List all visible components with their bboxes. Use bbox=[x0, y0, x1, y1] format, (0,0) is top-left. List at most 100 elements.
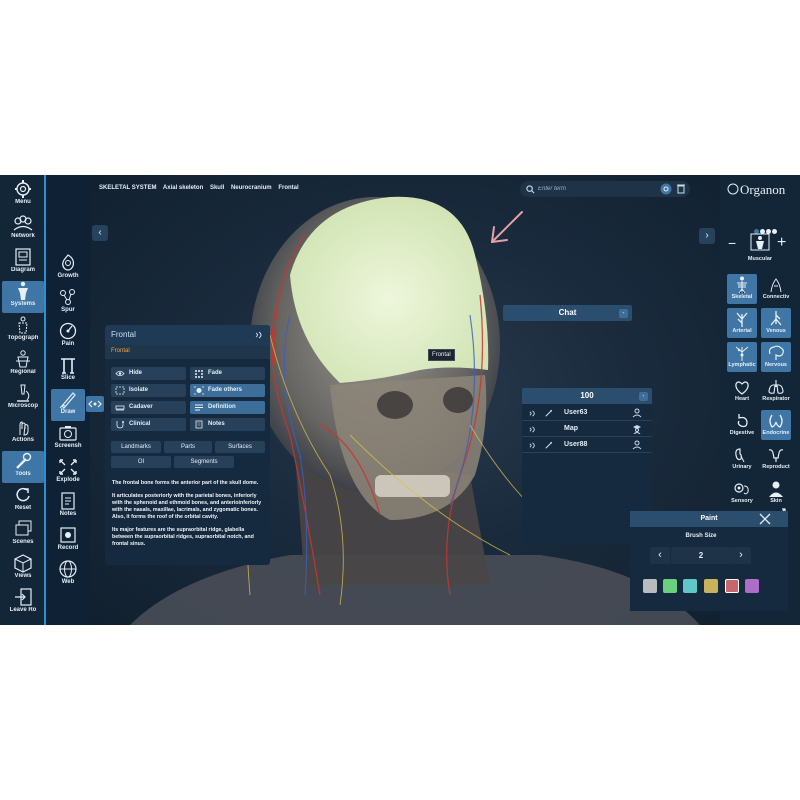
brain-icon bbox=[768, 345, 784, 360]
orbit-right bbox=[443, 387, 473, 413]
system-label: Arterial bbox=[732, 328, 752, 334]
hide-button[interactable]: Hide bbox=[111, 367, 186, 380]
system-tile-connective[interactable]: Connectiv bbox=[761, 274, 791, 304]
system-tile-lymphatic[interactable]: Lymphatic bbox=[727, 342, 757, 372]
draw-options-toggle[interactable] bbox=[86, 396, 104, 412]
tool-label: Screensh bbox=[54, 443, 82, 449]
system-label: Connectiv bbox=[762, 294, 790, 300]
definition-label: Definition bbox=[208, 404, 236, 410]
color-swatch[interactable] bbox=[683, 579, 697, 593]
participant-row[interactable]: Map bbox=[522, 422, 652, 437]
sidebar-item-leave-room[interactable]: Leave Ro bbox=[2, 587, 44, 619]
spin-icon[interactable] bbox=[660, 183, 672, 195]
muscular-system-button[interactable]: Muscular bbox=[746, 233, 774, 263]
participant-row[interactable]: User63 bbox=[522, 406, 652, 421]
system-tile-reproductive[interactable]: Reproduct bbox=[761, 444, 791, 474]
audio-icon[interactable] bbox=[254, 330, 264, 340]
tool-screenshot[interactable]: Screensh bbox=[51, 423, 85, 455]
sidebar-item-tools[interactable]: Tools bbox=[2, 451, 44, 483]
brush-size-decrease-button[interactable]: ‹ bbox=[650, 547, 670, 564]
camera-icon bbox=[59, 426, 77, 441]
search-input[interactable] bbox=[538, 183, 648, 195]
breadcrumb-item[interactable]: Axial skeleton bbox=[163, 185, 203, 191]
system-tile-digestive[interactable]: Digestive bbox=[727, 410, 757, 440]
clinical-button[interactable]: Clinical bbox=[111, 418, 186, 431]
pain-icon bbox=[59, 322, 77, 340]
system-tile-nervous[interactable]: Nervous bbox=[761, 342, 791, 372]
tool-web[interactable]: Web bbox=[51, 559, 85, 591]
system-tile-venous[interactable]: Venous bbox=[761, 308, 791, 338]
tool-explode[interactable]: Explode bbox=[51, 457, 85, 489]
sidebar-item-reset[interactable]: Reset bbox=[2, 485, 44, 517]
system-tile-respiratory[interactable]: Respirator bbox=[761, 376, 791, 406]
gear-icon bbox=[15, 180, 31, 198]
tool-growth[interactable]: Growth bbox=[51, 253, 85, 285]
color-swatch[interactable] bbox=[643, 579, 657, 593]
tool-pain[interactable]: Pain bbox=[51, 321, 85, 353]
tool-draw[interactable]: Draw bbox=[51, 389, 85, 421]
breadcrumb-item[interactable]: Neurocranium bbox=[231, 185, 272, 191]
sidebar-item-scenes[interactable]: Scenes bbox=[2, 519, 44, 551]
fade-button[interactable]: Fade bbox=[190, 367, 265, 380]
prev-arrow-button[interactable]: ‹ bbox=[92, 225, 108, 241]
eye-sense-icon bbox=[734, 483, 749, 495]
system-tile-skin[interactable]: Skin bbox=[761, 478, 791, 508]
breadcrumb-item[interactable]: SKELETAL SYSTEM bbox=[99, 185, 156, 191]
sidebar-item-diagram[interactable]: Diagram bbox=[2, 247, 44, 279]
sidebar-item-systems[interactable]: Systems bbox=[2, 281, 44, 313]
breadcrumb-item[interactable]: Skull bbox=[210, 185, 224, 191]
brush-size-label: Brush Size bbox=[685, 533, 717, 539]
wand-icon[interactable] bbox=[544, 441, 553, 450]
brush-size-value[interactable]: 2 bbox=[671, 547, 731, 564]
segment-parts[interactable]: Parts bbox=[164, 441, 212, 453]
segment-surfaces[interactable]: Surfaces bbox=[215, 441, 265, 453]
sidebar-item-views[interactable]: Views bbox=[2, 553, 44, 585]
sidebar-item-menu[interactable]: Menu bbox=[2, 179, 44, 211]
zoom-out-button[interactable]: − bbox=[728, 235, 736, 251]
sidebar-item-actions[interactable]: Actions bbox=[2, 417, 44, 449]
tool-notes[interactable]: Notes bbox=[51, 491, 85, 523]
system-tile-endocrine[interactable]: Endocrine bbox=[761, 410, 791, 440]
trash-icon[interactable] bbox=[676, 183, 686, 194]
tool-slice[interactable]: Slice bbox=[51, 355, 85, 387]
segment-segments[interactable]: Segments bbox=[174, 456, 234, 468]
system-tile-arterial[interactable]: Arterial bbox=[727, 308, 757, 338]
audio-icon[interactable] bbox=[528, 441, 537, 450]
system-tile-heart[interactable]: Heart bbox=[727, 376, 757, 406]
color-swatch[interactable] bbox=[725, 579, 739, 593]
audio-icon[interactable] bbox=[528, 425, 537, 434]
participants-minimize-button[interactable]: - bbox=[639, 392, 648, 401]
audio-icon[interactable] bbox=[528, 409, 537, 418]
participant-name: Map bbox=[564, 425, 578, 432]
system-tile-skeletal[interactable]: Skeletal bbox=[727, 274, 757, 304]
fade-others-button[interactable]: Fade others bbox=[190, 384, 265, 397]
chat-bar[interactable]: Chat - bbox=[503, 305, 632, 321]
sidebar-item-regional[interactable]: Regional bbox=[2, 349, 44, 381]
paint-close-button[interactable] bbox=[758, 512, 772, 526]
teacher-icon bbox=[633, 425, 641, 434]
breadcrumb-item[interactable]: Frontal bbox=[278, 185, 298, 191]
tool-record[interactable]: Record bbox=[51, 525, 85, 557]
wand-icon[interactable] bbox=[544, 409, 553, 418]
segment-oi[interactable]: OI bbox=[111, 456, 171, 468]
isolate-button[interactable]: Isolate bbox=[111, 384, 186, 397]
color-swatch[interactable] bbox=[704, 579, 718, 593]
fade-label: Fade bbox=[208, 370, 223, 376]
participant-row[interactable]: User88 bbox=[522, 438, 652, 453]
brush-size-increase-button[interactable]: › bbox=[731, 547, 751, 564]
chat-minimize-button[interactable]: - bbox=[619, 309, 628, 318]
color-swatch[interactable] bbox=[663, 579, 677, 593]
definition-button[interactable]: Definition bbox=[190, 401, 265, 414]
segment-landmarks[interactable]: Landmarks bbox=[111, 441, 161, 453]
sidebar-item-microscope[interactable]: Microscop bbox=[2, 383, 44, 415]
tool-spur[interactable]: Spur bbox=[51, 287, 85, 319]
sidebar-item-topograph[interactable]: Topograph bbox=[2, 315, 44, 347]
cadaver-button[interactable]: Cadaver bbox=[111, 401, 186, 414]
sidebar-item-network[interactable]: Network bbox=[2, 213, 44, 245]
zoom-in-button[interactable]: + bbox=[777, 234, 786, 252]
system-tile-urinary[interactable]: Urinary bbox=[727, 444, 757, 474]
notes-button[interactable]: Notes bbox=[190, 418, 265, 431]
system-tile-sensory[interactable]: Sensory bbox=[727, 478, 757, 508]
color-swatch[interactable] bbox=[745, 579, 759, 593]
next-arrow-button[interactable]: › bbox=[699, 228, 715, 244]
